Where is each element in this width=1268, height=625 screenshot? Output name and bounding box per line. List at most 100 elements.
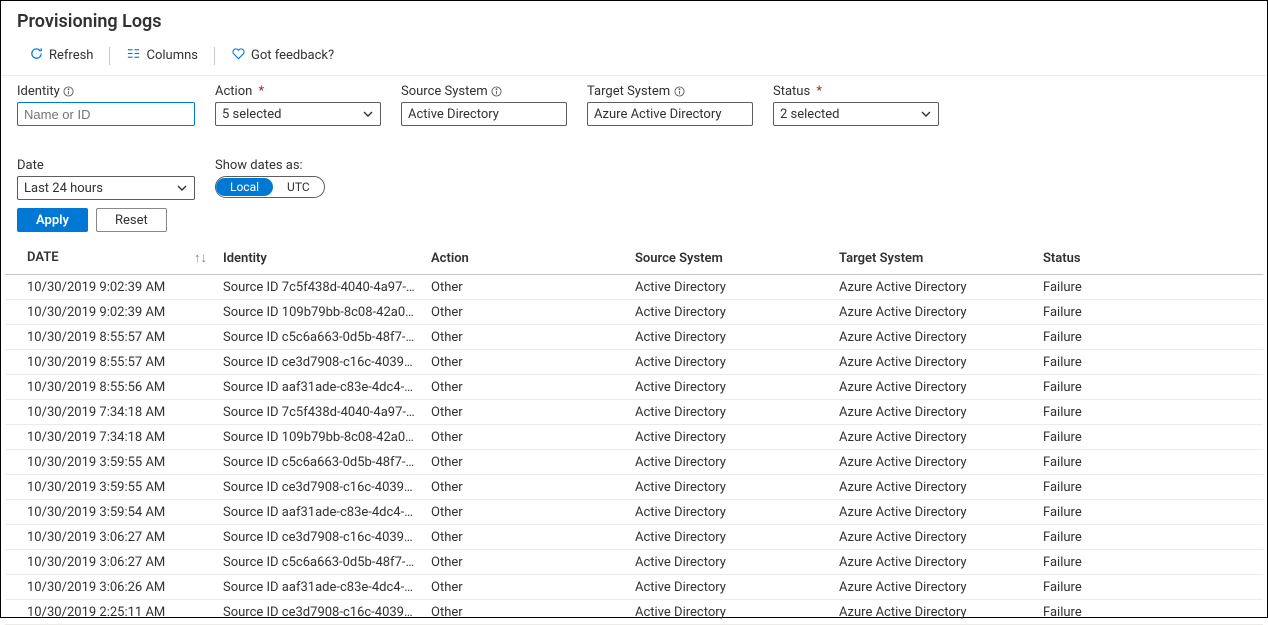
cell-identity: Source ID aaf31ade-c83e-4dc4-878c-da25 bbox=[215, 575, 423, 600]
cell-source: Active Directory bbox=[627, 350, 831, 375]
cell-action: Other bbox=[423, 275, 627, 300]
table-row[interactable]: 10/30/2019 9:02:39 AMSource ID 109b79bb-… bbox=[5, 300, 1263, 325]
cell-action: Other bbox=[423, 550, 627, 575]
reset-button[interactable]: Reset bbox=[96, 208, 167, 232]
table-row[interactable]: 10/30/2019 8:55:57 AMSource ID c5c6a663-… bbox=[5, 325, 1263, 350]
source-dropdown[interactable]: Active Directory bbox=[401, 102, 567, 126]
refresh-icon bbox=[29, 46, 44, 65]
info-icon bbox=[491, 86, 503, 98]
separator bbox=[214, 47, 215, 65]
cell-date: 10/30/2019 3:06:27 AM bbox=[5, 550, 215, 575]
cell-source: Active Directory bbox=[627, 275, 831, 300]
separator bbox=[109, 47, 110, 65]
cell-source: Active Directory bbox=[627, 325, 831, 350]
cell-source: Active Directory bbox=[627, 400, 831, 425]
showdates-toggle[interactable]: Local UTC bbox=[215, 176, 325, 198]
heart-icon bbox=[231, 46, 246, 65]
table-row[interactable]: 10/30/2019 3:06:27 AMSource ID ce3d7908-… bbox=[5, 525, 1263, 550]
cell-identity: Source ID c5c6a663-0d5b-48f7-b1d7-ec4 bbox=[215, 325, 423, 350]
identity-input[interactable] bbox=[24, 103, 188, 125]
cell-status: Failure bbox=[1035, 350, 1263, 375]
cell-identity: Source ID ce3d7908-c16c-4039-a346-b72 bbox=[215, 525, 423, 550]
table-row[interactable]: 10/30/2019 2:25:11 AMSource ID ce3d7908-… bbox=[5, 600, 1263, 625]
chevron-down-icon bbox=[920, 108, 932, 120]
cell-target: Azure Active Directory bbox=[831, 575, 1035, 600]
columns-button[interactable]: Columns bbox=[114, 44, 210, 67]
cell-date: 10/30/2019 9:02:39 AM bbox=[5, 300, 215, 325]
cell-date: 10/30/2019 3:59:55 AM bbox=[5, 450, 215, 475]
table-row[interactable]: 10/30/2019 3:06:27 AMSource ID c5c6a663-… bbox=[5, 550, 1263, 575]
cell-identity: Source ID 109b79bb-8c08-42a0-a6d1-8fc bbox=[215, 300, 423, 325]
target-dropdown[interactable]: Azure Active Directory bbox=[587, 102, 753, 126]
col-action-header[interactable]: Action bbox=[423, 242, 627, 275]
toggle-utc[interactable]: UTC bbox=[273, 178, 324, 196]
cell-action: Other bbox=[423, 450, 627, 475]
cell-target: Azure Active Directory bbox=[831, 525, 1035, 550]
cell-date: 10/30/2019 3:59:55 AM bbox=[5, 475, 215, 500]
refresh-button[interactable]: Refresh bbox=[17, 44, 105, 67]
cell-identity: Source ID c5c6a663-0d5b-48f7-b1d7-ec4 bbox=[215, 450, 423, 475]
cell-source: Active Directory bbox=[627, 575, 831, 600]
cell-status: Failure bbox=[1035, 525, 1263, 550]
cell-source: Active Directory bbox=[627, 450, 831, 475]
chevron-down-icon bbox=[362, 108, 374, 120]
table-row[interactable]: 10/30/2019 7:34:18 AMSource ID 109b79bb-… bbox=[5, 425, 1263, 450]
cell-status: Failure bbox=[1035, 500, 1263, 525]
cell-status: Failure bbox=[1035, 325, 1263, 350]
cell-identity: Source ID c5c6a663-0d5b-48f7-b1d7-ec4 bbox=[215, 550, 423, 575]
action-dropdown[interactable]: 5 selected bbox=[215, 102, 381, 126]
table-row[interactable]: 10/30/2019 3:59:55 AMSource ID ce3d7908-… bbox=[5, 475, 1263, 500]
table-row[interactable]: 10/30/2019 3:59:55 AMSource ID c5c6a663-… bbox=[5, 450, 1263, 475]
cell-action: Other bbox=[423, 325, 627, 350]
cell-date: 10/30/2019 3:06:27 AM bbox=[5, 525, 215, 550]
filter-bar: Identity Action * 5 selected Source Syst… bbox=[1, 76, 1267, 200]
toggle-local[interactable]: Local bbox=[216, 178, 273, 196]
col-source-header[interactable]: Source System bbox=[627, 242, 831, 275]
table-row[interactable]: 10/30/2019 9:02:39 AMSource ID 7c5f438d-… bbox=[5, 275, 1263, 300]
cell-target: Azure Active Directory bbox=[831, 400, 1035, 425]
identity-input-wrapper[interactable] bbox=[17, 102, 195, 126]
date-value: Last 24 hours bbox=[24, 181, 103, 196]
cell-identity: Source ID 7c5f438d-4040-4a97-8a45-9d6 bbox=[215, 275, 423, 300]
col-date-header[interactable]: DATE ↑↓ bbox=[5, 242, 215, 275]
chevron-down-icon bbox=[176, 182, 188, 194]
status-dropdown[interactable]: 2 selected bbox=[773, 102, 939, 126]
cell-status: Failure bbox=[1035, 575, 1263, 600]
cell-date: 10/30/2019 8:55:56 AM bbox=[5, 375, 215, 400]
cell-identity: Source ID ce3d7908-c16c-4039-a346-b72 bbox=[215, 350, 423, 375]
cell-action: Other bbox=[423, 400, 627, 425]
table-row[interactable]: 10/30/2019 7:34:18 AMSource ID 7c5f438d-… bbox=[5, 400, 1263, 425]
info-icon bbox=[63, 86, 75, 98]
status-value: 2 selected bbox=[780, 107, 839, 122]
col-target-header[interactable]: Target System bbox=[831, 242, 1035, 275]
identity-label: Identity bbox=[17, 84, 195, 99]
cell-date: 10/30/2019 3:06:26 AM bbox=[5, 575, 215, 600]
col-status-header[interactable]: Status bbox=[1035, 242, 1263, 275]
cell-source: Active Directory bbox=[627, 525, 831, 550]
cell-target: Azure Active Directory bbox=[831, 325, 1035, 350]
feedback-button[interactable]: Got feedback? bbox=[219, 44, 346, 67]
table-row[interactable]: 10/30/2019 8:55:57 AMSource ID ce3d7908-… bbox=[5, 350, 1263, 375]
cell-identity: Source ID ce3d7908-c16c-4039-a346-b72 bbox=[215, 475, 423, 500]
cell-target: Azure Active Directory bbox=[831, 425, 1035, 450]
col-identity-header[interactable]: Identity bbox=[215, 242, 423, 275]
cell-date: 10/30/2019 8:55:57 AM bbox=[5, 350, 215, 375]
cell-target: Azure Active Directory bbox=[831, 475, 1035, 500]
cell-target: Azure Active Directory bbox=[831, 550, 1035, 575]
cell-status: Failure bbox=[1035, 400, 1263, 425]
date-label: Date bbox=[17, 158, 195, 173]
table-row[interactable]: 10/30/2019 3:59:54 AMSource ID aaf31ade-… bbox=[5, 500, 1263, 525]
cell-date: 10/30/2019 7:34:18 AM bbox=[5, 400, 215, 425]
cell-identity: Source ID aaf31ade-c83e-4dc4-878c-da25 bbox=[215, 500, 423, 525]
columns-label: Columns bbox=[146, 48, 198, 63]
action-label: Action * bbox=[215, 84, 381, 99]
table-row[interactable]: 10/30/2019 8:55:56 AMSource ID aaf31ade-… bbox=[5, 375, 1263, 400]
cell-target: Azure Active Directory bbox=[831, 450, 1035, 475]
cell-source: Active Directory bbox=[627, 375, 831, 400]
date-dropdown[interactable]: Last 24 hours bbox=[17, 176, 195, 200]
apply-button[interactable]: Apply bbox=[17, 208, 88, 232]
page-title: Provisioning Logs bbox=[1, 1, 1267, 40]
table-row[interactable]: 10/30/2019 3:06:26 AMSource ID aaf31ade-… bbox=[5, 575, 1263, 600]
cell-action: Other bbox=[423, 300, 627, 325]
cell-date: 10/30/2019 2:25:11 AM bbox=[5, 600, 215, 625]
